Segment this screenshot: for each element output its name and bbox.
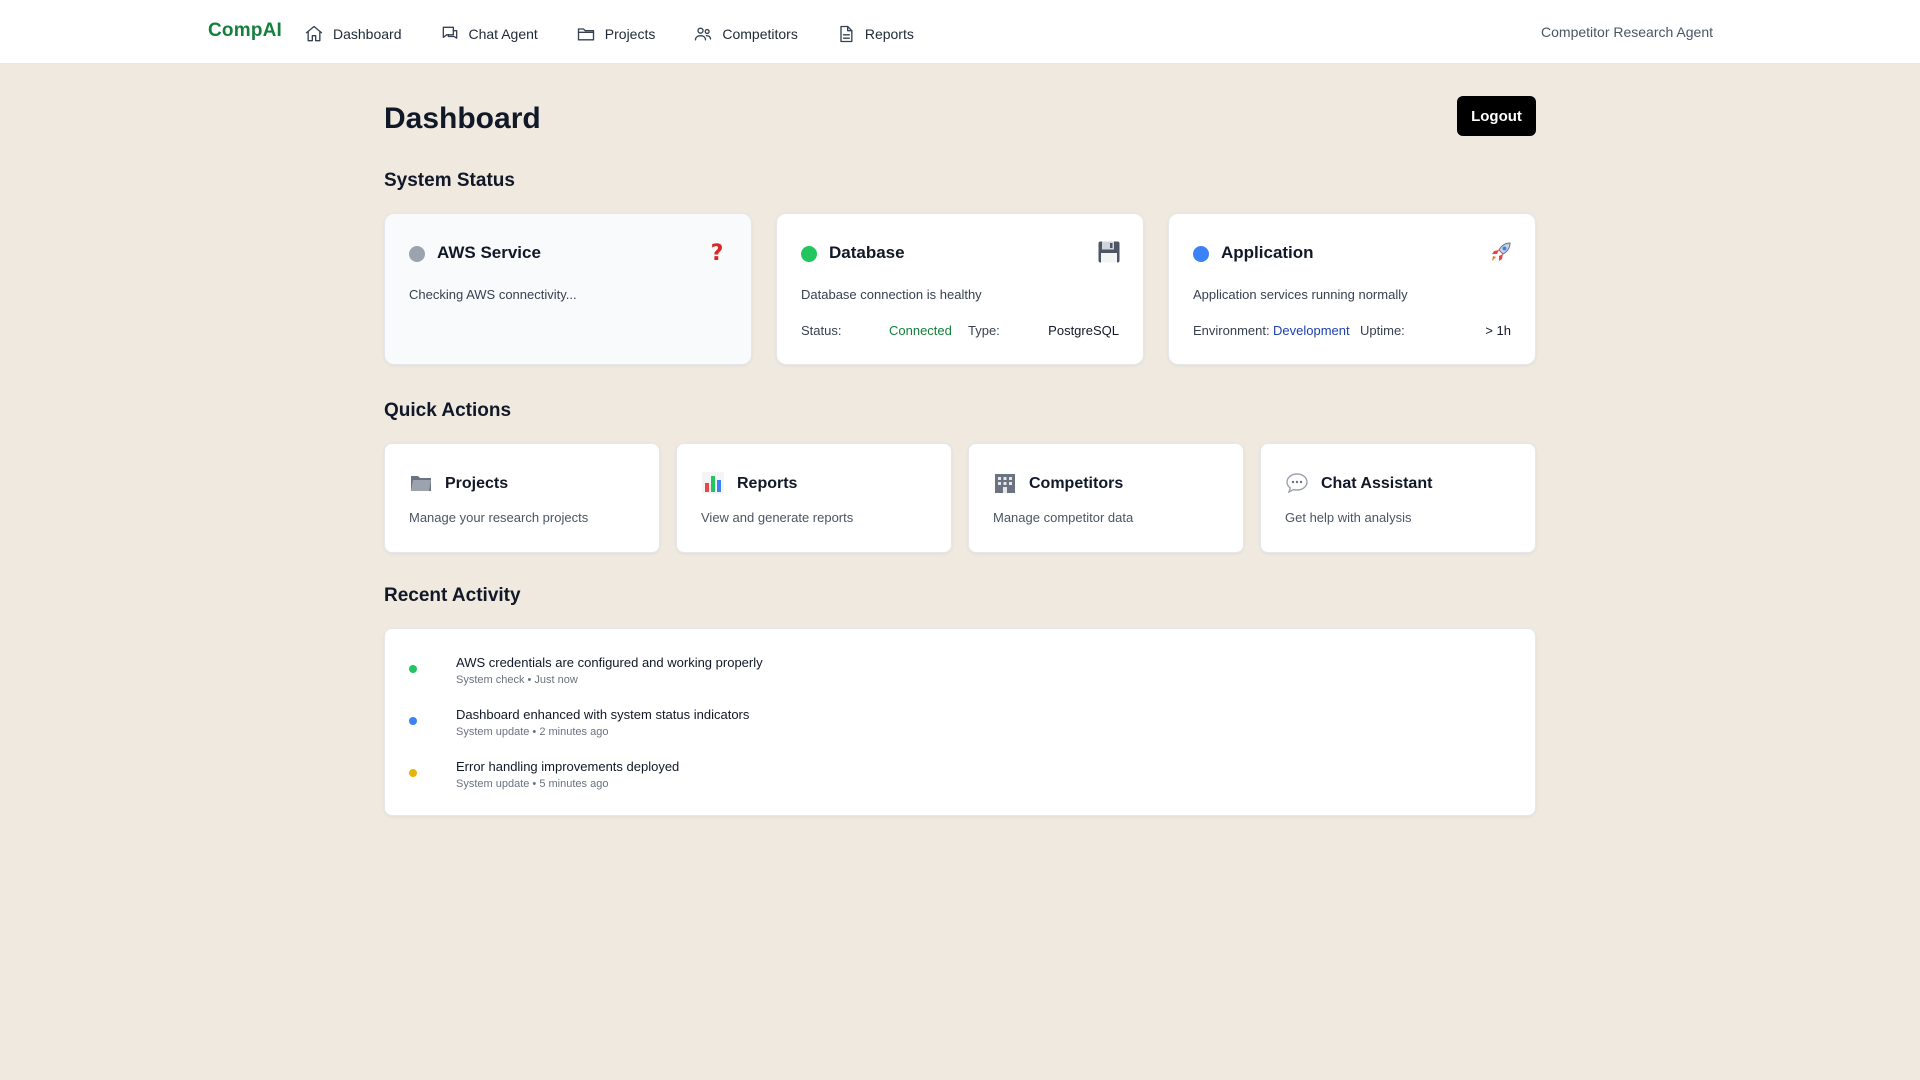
quick-action-title: Projects	[445, 475, 509, 492]
nav-item-label: Chat Agent	[468, 26, 538, 42]
meta-value-type: PostgreSQL	[1048, 323, 1119, 338]
office-building-icon	[993, 471, 1017, 495]
status-meta: Environment: Development Uptime: > 1h	[1193, 323, 1511, 341]
quick-action-description: Manage your research projects	[409, 510, 589, 525]
activity-status-dot	[409, 717, 417, 725]
quick-action-reports[interactable]: Reports View and generate reports	[676, 443, 952, 553]
status-meta: Status: Connected Type: PostgreSQL	[801, 323, 1119, 341]
floppy-disk-icon	[1097, 240, 1121, 264]
users-icon	[695, 27, 712, 41]
nav-item-label: Competitors	[722, 26, 798, 42]
activity-status-dot	[409, 665, 417, 673]
recent-activity-list: AWS credentials are configured and worki…	[384, 628, 1536, 816]
meta-label-status: Status:	[801, 323, 842, 338]
activity-text: Dashboard enhanced with system status in…	[456, 707, 750, 722]
activity-meta: System update • 5 minutes ago	[456, 778, 609, 790]
quick-action-title: Competitors	[1029, 475, 1124, 492]
meta-label-environment: Environment:	[1193, 323, 1270, 338]
svg-text:?: ?	[711, 241, 724, 264]
activity-text: Error handling improvements deployed	[456, 759, 680, 774]
nav-item-label: Dashboard	[333, 26, 402, 42]
logout-button[interactable]: Logout	[1457, 96, 1536, 136]
bar-chart-icon	[701, 471, 725, 495]
nav-item-competitors[interactable]: Competitors	[693, 22, 798, 46]
quick-actions-heading: Quick Actions	[384, 400, 512, 421]
status-card-title: Database	[829, 243, 905, 262]
status-card-description: Application services running normally	[1193, 287, 1408, 302]
status-dot	[801, 246, 817, 262]
quick-actions-grid: Projects Manage your research projects R…	[384, 443, 1536, 553]
main-nav: Dashboard Chat Agent Projects Competitor…	[304, 22, 952, 46]
status-card-title: AWS Service	[437, 243, 541, 262]
activity-meta: System check • Just now	[456, 674, 578, 686]
activity-text: AWS credentials are configured and worki…	[456, 655, 763, 670]
page-title: Dashboard	[384, 102, 541, 135]
quick-action-description: Get help with analysis	[1285, 510, 1412, 525]
status-card-database: Database Database connection is healthy …	[776, 213, 1144, 365]
speech-bubble-icon	[1285, 471, 1309, 495]
nav-item-reports[interactable]: Reports	[836, 22, 914, 46]
status-card-application: Application Application services running…	[1168, 213, 1536, 365]
recent-activity-heading: Recent Activity	[384, 585, 521, 606]
rocket-icon	[1489, 240, 1513, 264]
question-mark-icon: ?	[705, 240, 729, 266]
quick-action-competitors[interactable]: Competitors Manage competitor data	[968, 443, 1244, 553]
meta-value-status: Connected	[889, 323, 952, 338]
nav-item-projects[interactable]: Projects	[576, 22, 656, 46]
nav-item-label: Projects	[604, 26, 656, 42]
status-card-title: Application	[1221, 243, 1314, 262]
status-dot	[409, 246, 425, 262]
folder-icon	[409, 471, 433, 495]
quick-action-title: Reports	[737, 475, 798, 492]
quick-action-description: View and generate reports	[701, 510, 854, 525]
status-card-description: Checking AWS connectivity...	[409, 287, 577, 302]
quick-action-chat-assistant[interactable]: Chat Assistant Get help with analysis	[1260, 443, 1536, 553]
activity-meta: System update • 2 minutes ago	[456, 726, 609, 738]
top-navbar: CompAI Dashboard Chat Agent Projects Com…	[0, 0, 1920, 64]
meta-label-uptime: Uptime:	[1360, 323, 1405, 338]
activity-item: AWS credentials are configured and worki…	[409, 655, 1509, 691]
activity-item: Dashboard enhanced with system status in…	[409, 707, 1509, 743]
meta-value-uptime: > 1h	[1485, 323, 1511, 338]
meta-value-environment: Development	[1273, 323, 1350, 338]
activity-status-dot	[409, 769, 417, 777]
quick-action-projects[interactable]: Projects Manage your research projects	[384, 443, 660, 553]
system-status-heading: System Status	[384, 170, 515, 191]
quick-action-title: Chat Assistant	[1321, 475, 1433, 492]
nav-item-dashboard[interactable]: Dashboard	[304, 22, 402, 46]
system-status-cards: AWS Service ? Checking AWS connectivity.…	[384, 213, 1536, 365]
chat-icon	[442, 26, 457, 39]
status-card-aws: AWS Service ? Checking AWS connectivity.…	[384, 213, 752, 365]
status-dot	[1193, 246, 1209, 262]
status-card-description: Database connection is healthy	[801, 287, 982, 302]
document-icon	[840, 25, 853, 43]
app-subtitle: Competitor Research Agent	[1541, 24, 1713, 40]
home-icon	[305, 25, 323, 42]
nav-item-chat-agent[interactable]: Chat Agent	[440, 22, 538, 46]
folder-icon	[577, 28, 594, 41]
nav-item-label: Reports	[864, 26, 914, 42]
brand-logo[interactable]: CompAI	[208, 20, 282, 42]
activity-item: Error handling improvements deployed Sys…	[409, 759, 1509, 795]
meta-label-type: Type:	[968, 323, 1000, 338]
quick-action-description: Manage competitor data	[993, 510, 1134, 525]
